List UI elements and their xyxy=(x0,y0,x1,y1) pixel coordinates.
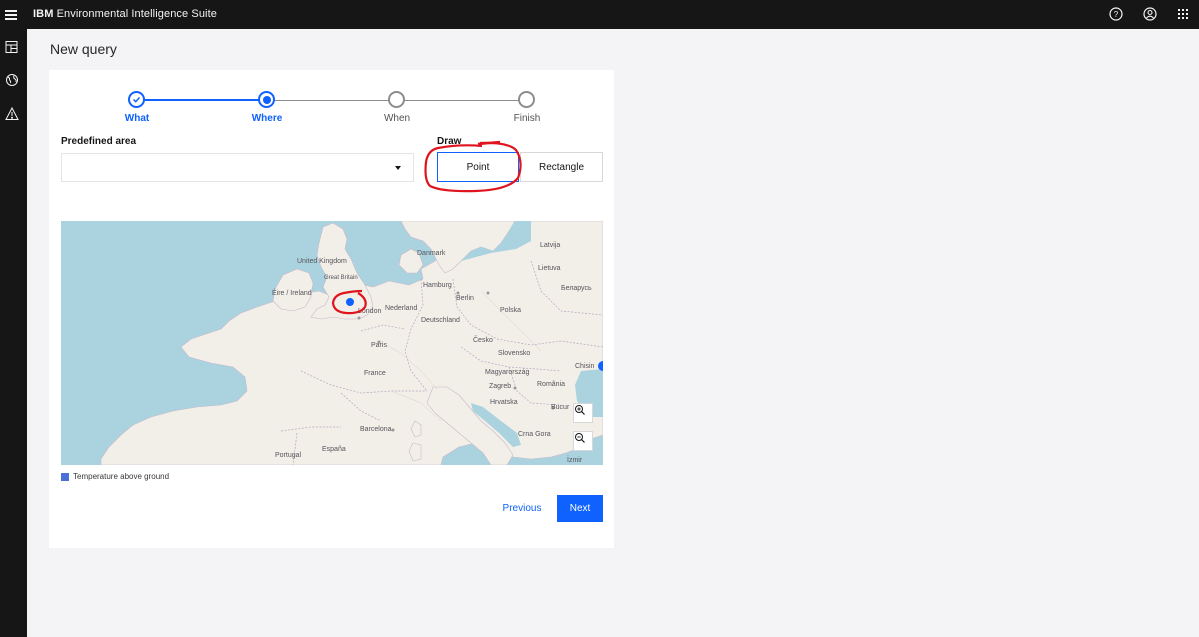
zoom-in-button[interactable] xyxy=(573,403,593,423)
step-when-icon[interactable] xyxy=(388,91,405,108)
step-finish-icon[interactable] xyxy=(518,91,535,108)
map-label-belarus: Беларусь xyxy=(561,285,592,292)
map-label-france: France xyxy=(364,370,386,377)
map-label-nederland: Nederland xyxy=(385,305,418,312)
map-label-crnagora: Crna Gora xyxy=(518,431,551,438)
map-label-hamburg: Hamburg xyxy=(423,282,452,289)
map-label-latvija: Latvija xyxy=(540,242,561,249)
alert-icon[interactable] xyxy=(4,106,20,122)
map-label-portugal: Portugal xyxy=(275,452,302,459)
map-label-bucur: Bucur xyxy=(551,404,570,411)
map-label-zagreb: Zagreb xyxy=(489,383,512,390)
map-label-polska: Polska xyxy=(500,307,522,314)
map-label-danmark: Danmark xyxy=(417,250,446,257)
step-what-icon[interactable] xyxy=(128,91,145,108)
side-rail xyxy=(0,29,27,637)
next-button[interactable]: Next xyxy=(557,495,603,522)
app-title: IBM Environmental Intelligence Suite xyxy=(33,8,217,20)
legend-label: Temperature above ground xyxy=(73,472,170,481)
map-label-eire: Éire / Ireland xyxy=(272,290,312,297)
predefined-area-dropdown[interactable] xyxy=(61,153,414,182)
map-label-london: London xyxy=(358,308,382,315)
page-title: New query xyxy=(50,41,117,57)
step-what-label[interactable]: What xyxy=(97,113,177,124)
user-icon[interactable] xyxy=(1141,5,1159,23)
map-label-united-kingdom: United Kingdom xyxy=(297,258,347,265)
map-label-magyarorszag: Magyarország xyxy=(485,369,530,376)
map-label-barcelona: Barcelona xyxy=(360,426,392,433)
map-label-paris: Paris xyxy=(371,342,387,349)
zoom-out-icon xyxy=(575,433,585,443)
map-label-izmir: İzmir xyxy=(567,457,583,464)
caret-down-icon xyxy=(395,166,401,170)
step-when-label[interactable]: When xyxy=(357,113,437,124)
map-label-hrvatska: Hrvatska xyxy=(490,399,518,406)
map-label-berlin: Berlin xyxy=(456,295,474,302)
map-label-espana: España xyxy=(322,446,346,453)
brand-name: IBM xyxy=(33,8,54,20)
app-switcher-icon[interactable] xyxy=(1174,5,1192,23)
rectangle-button[interactable]: Rectangle xyxy=(520,152,603,182)
menu-icon[interactable] xyxy=(4,6,20,22)
predefined-area-label: Predefined area xyxy=(61,136,137,147)
draw-label: Draw xyxy=(437,136,462,147)
previous-button[interactable]: Previous xyxy=(494,495,550,522)
product-name: Environmental Intelligence Suite xyxy=(56,8,217,20)
step-where-label[interactable]: Where xyxy=(227,113,307,124)
point-button[interactable]: Point xyxy=(437,152,519,182)
legend-swatch xyxy=(61,473,69,481)
help-icon[interactable]: ? xyxy=(1107,5,1125,23)
step-where-icon[interactable] xyxy=(258,91,275,108)
zoom-out-button[interactable] xyxy=(573,431,593,451)
top-bar: IBM Environmental Intelligence Suite ? xyxy=(0,0,1199,29)
map-label-deutschland: Deutschland xyxy=(421,317,460,324)
progress-line-complete xyxy=(137,99,267,101)
dashboard-icon[interactable] xyxy=(4,39,20,55)
step-finish-label[interactable]: Finish xyxy=(487,113,567,124)
map-label-great-britain: Great Britain xyxy=(324,275,358,281)
globe-icon[interactable] xyxy=(4,72,20,88)
map-label-chisin: Chisin xyxy=(575,363,595,370)
svg-text:?: ? xyxy=(1114,10,1119,19)
zoom-in-icon xyxy=(575,405,585,415)
map-label-lietuva: Lietuva xyxy=(538,265,561,272)
map-label-slovensko: Slovensko xyxy=(498,350,531,357)
map-label-romania: România xyxy=(537,381,566,388)
map-view[interactable]: United Kingdom Great Britain Éire / Irel… xyxy=(61,221,603,465)
map-label-cesko: Česko xyxy=(473,337,493,344)
